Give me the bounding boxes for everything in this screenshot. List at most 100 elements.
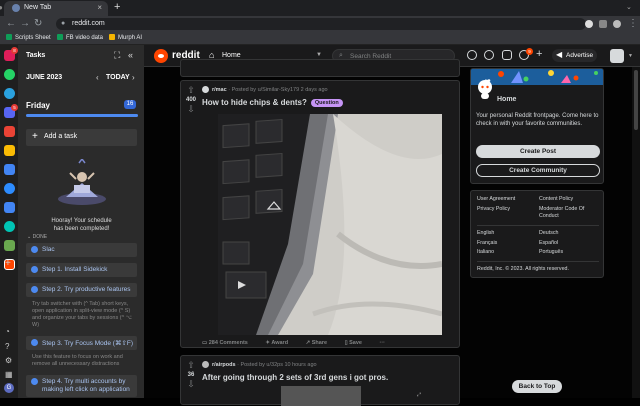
bell-icon[interactable]: ◔	[5, 327, 10, 336]
settings-icon[interactable]: ⚙	[5, 356, 12, 365]
vote-count: 400	[185, 97, 196, 103]
expand-icon[interactable]: ⛶	[114, 50, 120, 61]
window-controls[interactable]: ●	[0, 3, 3, 12]
profile-icon[interactable]	[613, 20, 621, 28]
language-portugues[interactable]: Português	[539, 249, 563, 256]
post-flair[interactable]: Question	[310, 99, 343, 107]
language-francais[interactable]: Français	[477, 240, 497, 247]
more-options-icon[interactable]: ···	[380, 340, 386, 346]
task-item[interactable]: Step 3. Try Focus Mode (⌘⇧F)	[26, 336, 137, 350]
task-item[interactable]: Step 1. Install Sidekick	[26, 263, 137, 277]
expand-image-icon[interactable]: ⤢	[417, 392, 421, 398]
language-deutsch[interactable]: Deutsch	[539, 230, 558, 237]
app-icon[interactable]	[4, 221, 15, 232]
user-menu-avatar[interactable]	[610, 49, 624, 63]
tab-search-icon[interactable]: ⌄	[626, 3, 632, 11]
language-italiano[interactable]: Italiano	[477, 249, 494, 256]
user-avatar[interactable]: G	[4, 383, 14, 393]
new-tab-icon[interactable]: +	[114, 1, 120, 13]
popular-icon[interactable]	[467, 50, 477, 60]
close-tab-icon[interactable]: ×	[97, 3, 102, 12]
checked-icon[interactable]	[31, 286, 38, 293]
checked-icon[interactable]	[31, 266, 38, 273]
advertise-button[interactable]: ◀ Advertise	[552, 49, 597, 62]
checked-icon[interactable]	[31, 246, 38, 253]
zoom-icon[interactable]	[4, 183, 15, 194]
post-image[interactable]	[281, 386, 361, 406]
task-label: Step 2. Try productive features	[42, 286, 131, 293]
advertise-label: Advertise	[566, 52, 594, 59]
create-post-button[interactable]: Create Post	[476, 145, 600, 158]
subreddit-icon[interactable]	[202, 361, 209, 368]
share-button[interactable]: ↗ Share	[306, 340, 335, 346]
create-post-icon[interactable]: +	[536, 48, 542, 60]
post-title[interactable]: How to hide chips & dents? Question	[202, 98, 343, 107]
task-item[interactable]: Step 2. Try productive features	[26, 283, 137, 297]
forward-icon[interactable]: →	[20, 18, 30, 29]
user-agreement-link[interactable]: User Agreement	[477, 196, 515, 203]
save-button[interactable]: ▯ Save	[345, 340, 370, 346]
downvote-icon[interactable]: ⇩	[184, 379, 198, 390]
post-image[interactable]	[218, 114, 442, 335]
drive-icon[interactable]	[4, 145, 15, 156]
footer-links-card: User Agreement Content Policy Privacy Po…	[470, 190, 604, 278]
add-app-icon[interactable]: +	[5, 258, 11, 269]
url-text: reddit.com	[72, 20, 105, 27]
coins-icon[interactable]	[484, 50, 494, 60]
chat-icon[interactable]	[502, 50, 512, 60]
discord-badge: 5	[11, 104, 18, 111]
reload-icon[interactable]: ↻	[34, 18, 42, 29]
docs-icon[interactable]	[4, 164, 15, 175]
menu-icon[interactable]: ⋮	[628, 18, 638, 29]
extension-icon[interactable]	[599, 20, 607, 28]
upvote-icon[interactable]: ⇧	[184, 360, 198, 371]
back-icon[interactable]: ←	[6, 18, 16, 29]
prev-day-icon[interactable]: ‹	[96, 73, 99, 82]
celebration-illustration	[58, 159, 106, 205]
url-field[interactable]: ● reddit.com	[56, 18, 586, 30]
help-icon[interactable]: ?	[5, 342, 9, 351]
award-button[interactable]: ✦ Award	[265, 340, 296, 346]
post-card[interactable]: ⇧ 400 ⇩ r/mac · Posted by u/Similar-Sky1…	[180, 80, 460, 348]
bookmark-fb-video-data[interactable]: FB video data	[57, 34, 103, 41]
reddit-logo-icon[interactable]	[154, 49, 168, 63]
calendar-icon[interactable]	[4, 202, 15, 213]
gmail-icon[interactable]	[4, 126, 15, 137]
language-english[interactable]: English	[477, 230, 494, 237]
whatsapp-icon[interactable]	[4, 69, 15, 80]
add-task-button[interactable]: + Add a task	[26, 129, 137, 146]
subreddit-icon[interactable]	[202, 86, 209, 93]
post-title[interactable]: After going through 2 sets of 3rd gens i…	[202, 373, 388, 382]
add-task-label: Add a task	[44, 133, 78, 140]
checked-icon[interactable]	[31, 378, 38, 385]
telegram-icon[interactable]	[4, 88, 15, 99]
content-policy-link[interactable]: Content Policy	[539, 196, 573, 203]
today-button[interactable]: TODAY	[106, 74, 130, 81]
back-to-top-button[interactable]: Back to Top	[512, 380, 562, 393]
task-item[interactable]: Slac	[26, 243, 137, 257]
chevron-down-icon[interactable]: ▼	[628, 53, 633, 59]
comments-button[interactable]: ▭ 284 Comments	[202, 340, 256, 346]
post-card-partial[interactable]	[180, 59, 460, 77]
tasks-app-icon[interactable]	[4, 240, 15, 251]
subreddit-name[interactable]: r/airpods	[212, 362, 236, 368]
bookmark-murph-ai[interactable]: Murph AI	[109, 34, 142, 41]
downvote-icon[interactable]: ⇩	[184, 104, 198, 115]
month-label: JUNE 2023	[26, 74, 63, 81]
bookmark-scripts-sheet[interactable]: Scripts Sheet	[6, 34, 51, 41]
browser-tab[interactable]: New Tab ×	[4, 1, 108, 16]
shield-extension-icon[interactable]	[585, 20, 593, 28]
subreddit-name[interactable]: r/mac	[212, 87, 227, 93]
grid-icon[interactable]: ▦	[5, 370, 13, 379]
task-item[interactable]: Step 4. Try multi accounts by making lef…	[26, 375, 137, 397]
checked-icon[interactable]	[31, 339, 38, 346]
privacy-policy-link[interactable]: Privacy Policy	[477, 206, 510, 213]
upvote-icon[interactable]: ⇧	[184, 85, 198, 96]
scrollbar-thumb[interactable]	[634, 70, 638, 130]
language-espanol[interactable]: Español	[539, 240, 558, 247]
collapse-icon[interactable]: «	[128, 50, 133, 60]
create-community-button[interactable]: Create Community	[476, 164, 600, 177]
moderator-code-link[interactable]: Moderator Code Of Conduct	[539, 206, 599, 220]
post-actions: ▭ 284 Comments ✦ Award ↗ Share ▯ Save ··…	[202, 340, 393, 346]
next-day-icon[interactable]: ›	[132, 73, 135, 82]
